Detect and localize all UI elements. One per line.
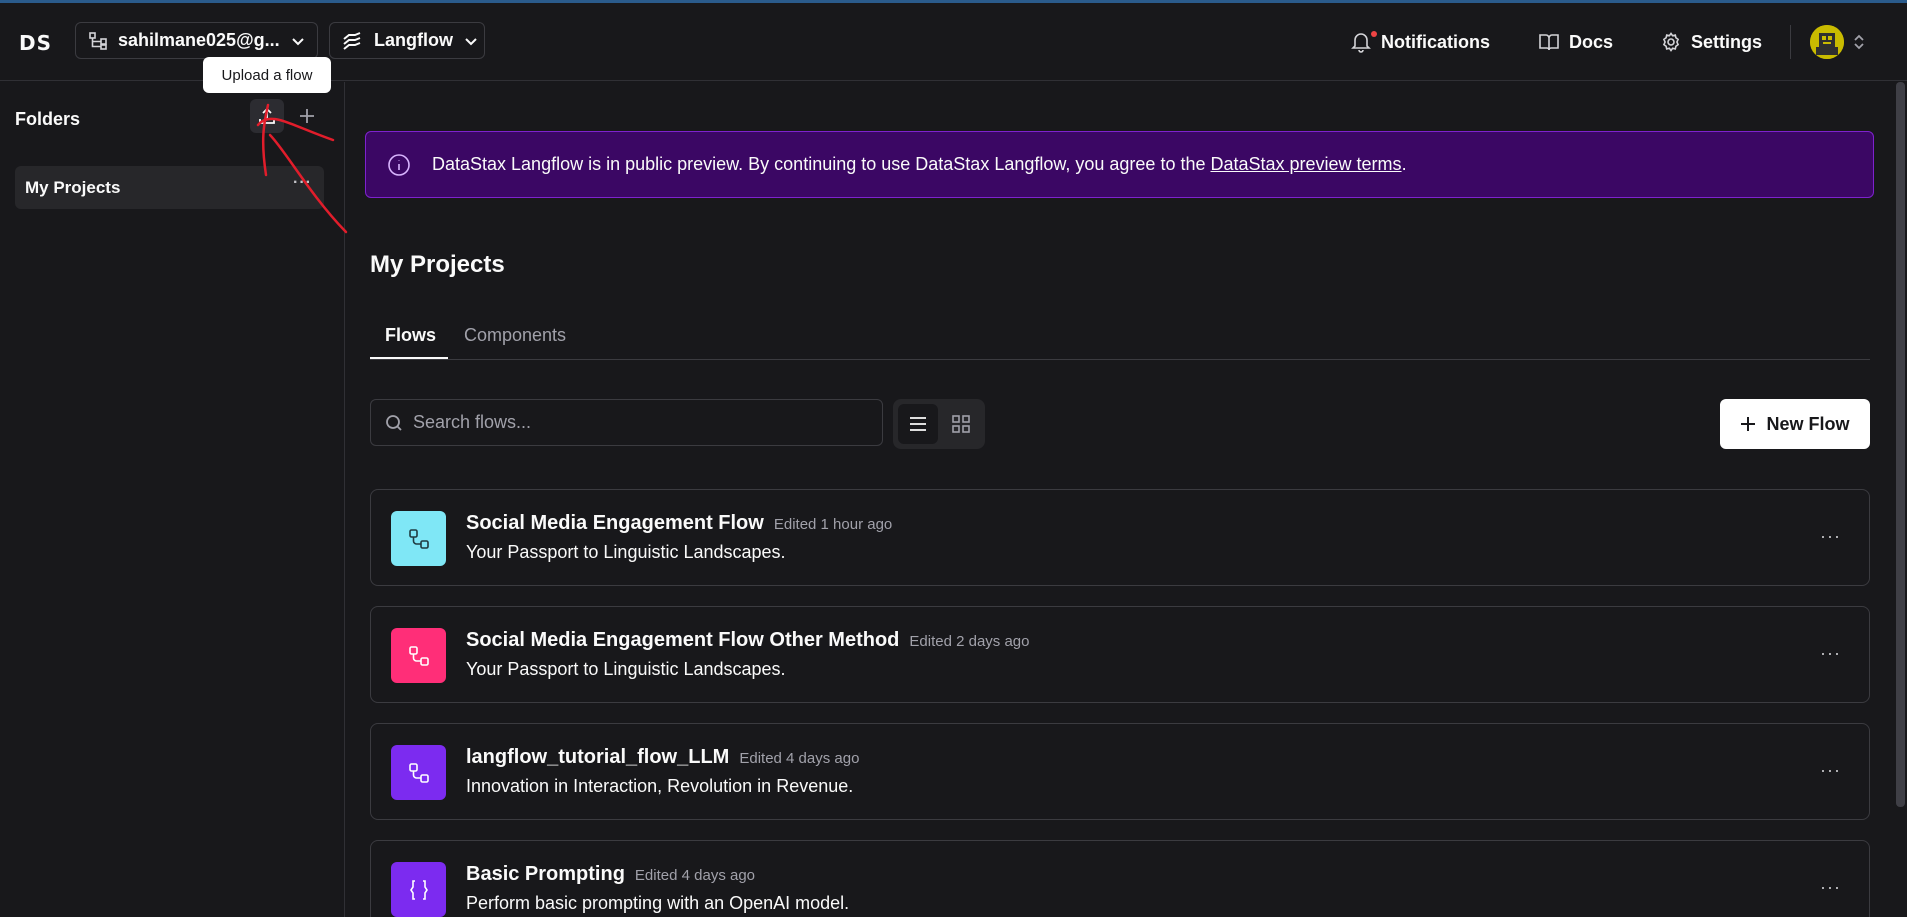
tab-bar: Flows Components [370, 320, 1870, 360]
book-open-icon [1539, 34, 1559, 51]
search-input[interactable] [413, 412, 853, 433]
flow-icon [408, 645, 429, 666]
new-flow-label: New Flow [1766, 413, 1850, 434]
org-name: sahilmane025@g... [118, 30, 280, 50]
tab-components[interactable]: Components [464, 325, 566, 360]
project-selector[interactable]: Langflow [329, 22, 485, 59]
settings-button[interactable]: Settings [1661, 29, 1762, 55]
flow-edited-time: Edited 1 hour ago [773, 516, 893, 533]
search-box[interactable] [370, 399, 883, 446]
flow-title-row: Basic Prompting Edited 4 days ago [466, 863, 755, 886]
upload-tooltip: Upload a flow [203, 57, 331, 93]
org-tree-icon [89, 31, 107, 50]
red-annotation-mark [256, 103, 348, 234]
flow-more-button[interactable]: ··· [1820, 526, 1841, 547]
chevron-updown-icon [1854, 34, 1864, 50]
chevron-down-icon [291, 37, 304, 45]
flow-title-row: Social Media Engagement Flow Edited 1 hou… [466, 512, 892, 535]
flow-icon-tile [391, 628, 446, 683]
braces-icon [409, 879, 428, 900]
settings-label: Settings [1691, 31, 1763, 52]
flow-description: Perform basic prompting with an OpenAI m… [466, 893, 850, 913]
flow-edited-time: Edited 2 days ago [909, 633, 1030, 650]
search-icon [386, 414, 402, 431]
flow-edited-time: Edited 4 days ago [634, 867, 756, 884]
flow-description: Innovation in Interaction, Revolution in… [466, 776, 854, 796]
flow-title[interactable]: Social Media Engagement Flow Other Metho… [466, 629, 899, 652]
flow-icon-tile [391, 511, 446, 566]
scrollbar[interactable] [1896, 82, 1905, 807]
sidebar-item-label: My Projects [25, 177, 121, 197]
banner-text: DataStax Langflow is in public preview. … [432, 154, 1206, 174]
flow-title-row: langflow_tutorial_flow_LLM Edited 4 days … [466, 746, 859, 769]
flow-icon-tile [391, 745, 446, 800]
header-divider [1790, 25, 1791, 59]
flow-edited-time: Edited 4 days ago [739, 750, 860, 767]
chevron-down-icon [465, 37, 477, 45]
banner-suffix: . [1401, 154, 1407, 174]
preview-terms-link[interactable]: DataStax preview terms [1210, 154, 1401, 175]
preview-banner: DataStax Langflow is in public preview. … [365, 131, 1874, 198]
flow-card[interactable]: Basic Prompting Edited 4 days ago Perform … [370, 840, 1870, 917]
project-name: Langflow [374, 30, 453, 50]
plus-icon [1741, 417, 1756, 431]
flow-card[interactable]: Social Media Engagement Flow Edited 1 hou… [370, 489, 1870, 586]
flow-icon-tile [391, 862, 446, 917]
docs-label: Docs [1569, 31, 1614, 52]
gear-icon [1662, 32, 1680, 52]
user-menu[interactable] [1810, 25, 1866, 59]
notification-dot [1371, 31, 1377, 37]
flow-title[interactable]: Social Media Engagement Flow [466, 512, 764, 535]
notifications-label: Notifications [1381, 31, 1491, 52]
flow-card[interactable]: langflow_tutorial_flow_LLM Edited 4 days … [370, 723, 1870, 820]
flow-icon [408, 762, 429, 783]
flow-more-button[interactable]: ··· [1820, 643, 1841, 664]
flow-icon [408, 528, 429, 549]
folders-title: Folders [15, 109, 81, 129]
org-selector[interactable]: sahilmane025@g... [75, 22, 318, 59]
view-toggle [893, 399, 985, 449]
flow-more-button[interactable]: ··· [1820, 877, 1841, 898]
flow-title[interactable]: Basic Prompting [466, 863, 625, 886]
langflow-logo-icon [343, 31, 361, 50]
flow-card[interactable]: Social Media Engagement Flow Other Metho… [370, 606, 1870, 703]
docs-button[interactable]: Docs [1539, 29, 1613, 55]
info-icon [388, 154, 410, 176]
new-flow-button[interactable]: New Flow [1720, 399, 1870, 449]
list-view-button[interactable] [898, 404, 938, 444]
flow-description: Your Passport to Linguistic Landscapes. [466, 659, 786, 679]
tab-flows[interactable]: Flows [385, 325, 436, 360]
active-tab-underline [370, 357, 448, 359]
flow-description: Your Passport to Linguistic Landscapes. [466, 542, 786, 562]
flow-more-button[interactable]: ··· [1820, 760, 1841, 781]
flow-title-row: Social Media Engagement Flow Other Metho… [466, 629, 1029, 652]
grid-view-button[interactable] [941, 404, 981, 444]
avatar [1810, 25, 1844, 59]
flow-title[interactable]: langflow_tutorial_flow_LLM [466, 746, 729, 769]
page-title: My Projects [370, 251, 505, 278]
bell-icon [1351, 33, 1371, 53]
grid-icon [952, 415, 970, 433]
datastax-logo[interactable]: DS [19, 31, 52, 55]
list-icon [910, 417, 926, 431]
notifications-button[interactable]: Notifications [1351, 29, 1490, 55]
